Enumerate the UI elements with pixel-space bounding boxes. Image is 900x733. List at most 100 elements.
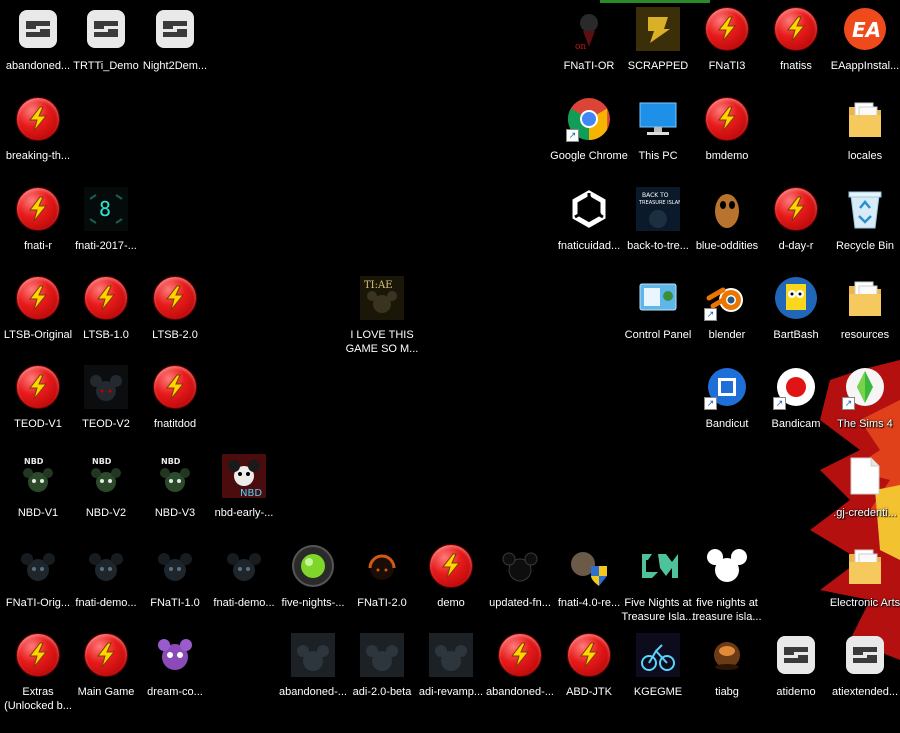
- desktop-icon[interactable]: blue-oddities: [689, 186, 765, 274]
- desktop-icon-label: five nights at treasure isla...: [692, 597, 762, 623]
- desktop-icon[interactable]: FNaTI-2.0: [344, 543, 420, 631]
- desktop-icon[interactable]: BACK TOTREASURE ISLAND back-to-tre...: [620, 186, 696, 274]
- desktop-icon[interactable]: fnati-demo...: [206, 543, 282, 631]
- desktop-icon-label: fnati-2017-...: [75, 240, 137, 252]
- desktop-icon[interactable]: atidemo: [758, 632, 834, 720]
- mickey-game-icon: [221, 543, 267, 589]
- desktop-icon[interactable]: KGEGME: [620, 632, 696, 720]
- desktop-icon[interactable]: bmdemo: [689, 96, 765, 184]
- gold-emblem-icon: [635, 6, 681, 52]
- desktop-icon-label: NBD-V2: [85, 507, 127, 519]
- desktop-icon[interactable]: BartBash: [758, 275, 834, 363]
- desktop-icon[interactable]: ↗ The Sims 4: [827, 364, 900, 452]
- desktop-icon[interactable]: fnati-r: [0, 186, 76, 274]
- desktop-icon[interactable]: TI:AE I LOVE THIS GAME SO M...: [344, 275, 420, 363]
- desktop-icon-label: fnati-demo...: [213, 597, 275, 609]
- desktop-icon[interactable]: Recycle Bin: [827, 186, 900, 274]
- desktop-icon[interactable]: demo: [413, 543, 489, 631]
- desktop[interactable]: abandoned... TRTTi_Demo Night2Dem... on FNaT…: [0, 0, 900, 733]
- desktop-icon[interactable]: atiextended...: [827, 632, 900, 720]
- desktop-icon[interactable]: d-day-r: [758, 186, 834, 274]
- desktop-icon[interactable]: resources: [827, 275, 900, 363]
- game-art-icon: [83, 364, 129, 410]
- desktop-icon[interactable]: fnaticuidad...: [551, 186, 627, 274]
- ea-logo-icon: EA: [842, 6, 888, 52]
- svg-text:NBD: NBD: [92, 457, 112, 466]
- desktop-icon[interactable]: FNaTI-1.0: [137, 543, 213, 631]
- desktop-icon[interactable]: fnati-demo...: [68, 543, 144, 631]
- desktop-icon[interactable]: FNaTI-Orig...: [0, 543, 76, 631]
- desktop-icon[interactable]: ↗ Google Chrome: [550, 96, 628, 184]
- desktop-icon[interactable]: Night2Dem...: [137, 6, 213, 94]
- desktop-icon[interactable]: Control Panel: [620, 275, 696, 363]
- desktop-icon[interactable]: NBD NBD-V3: [137, 453, 213, 541]
- desktop-icon[interactable]: breaking-th...: [0, 96, 76, 184]
- lightning-bolt-icon: [15, 96, 61, 142]
- desktop-icon[interactable]: abandoned...: [0, 6, 76, 94]
- desktop-icon[interactable]: Main Game: [68, 632, 144, 720]
- desktop-icon[interactable]: TEOD-V1: [0, 364, 76, 452]
- desktop-icon-label: I LOVE THIS GAME SO M...: [345, 329, 419, 355]
- svg-text:EA: EA: [852, 18, 881, 42]
- mickey-game-icon: NBD: [15, 453, 61, 499]
- desktop-icon-label: FNaTI3: [708, 60, 746, 72]
- desktop-icon[interactable]: LTSB-Original: [0, 275, 76, 363]
- desktop-icon-label: atiextended...: [831, 686, 899, 698]
- desktop-icon[interactable]: FNaTI3: [689, 6, 765, 94]
- desktop-icon-label: EAappInstal...: [830, 60, 900, 72]
- desktop-icon[interactable]: NBD NBD-V1: [0, 453, 76, 541]
- gamemaker-logo-icon: [635, 543, 681, 589]
- desktop-icon[interactable]: LTSB-2.0: [137, 275, 213, 363]
- desktop-icon[interactable]: EA EAappInstal...: [827, 6, 900, 94]
- desktop-icon-label: Control Panel: [624, 329, 692, 341]
- desktop-icon[interactable]: abandoned-...: [482, 632, 558, 720]
- bart-character-icon: [773, 275, 819, 321]
- desktop-icon-label: Main Game: [77, 686, 135, 698]
- desktop-icon[interactable]: tiabg: [689, 632, 765, 720]
- desktop-icon-label: LTSB-1.0: [83, 329, 129, 341]
- desktop-icon-label: fnatiss: [780, 60, 812, 72]
- lightning-bolt-icon: [152, 275, 198, 321]
- desktop-icon-label: abandoned-...: [279, 686, 347, 698]
- desktop-icon[interactable]: Extras (Unlocked b...: [0, 632, 76, 720]
- game-art-icon: 8: [83, 186, 129, 232]
- desktop-icon[interactable]: five nights at treasure isla...: [689, 543, 765, 631]
- desktop-icon[interactable]: fnati-4.0-re...: [551, 543, 627, 631]
- desktop-icon[interactable]: fnatitdod: [137, 364, 213, 452]
- desktop-icon[interactable]: ↗ Bandicam: [758, 364, 834, 452]
- desktop-icon[interactable]: Five Nights at Treasure Isla...: [620, 543, 696, 631]
- lightning-bolt-icon: [704, 96, 750, 142]
- game-art-icon: BACK TOTREASURE ISLAND: [635, 186, 681, 232]
- desktop-icon[interactable]: .gj-credenti...: [827, 453, 900, 541]
- svg-text:on: on: [575, 42, 586, 51]
- desktop-icon[interactable]: on FNaTI-OR: [551, 6, 627, 94]
- desktop-icon[interactable]: adi-2.0-beta: [344, 632, 420, 720]
- desktop-icon[interactable]: abandoned-...: [275, 632, 351, 720]
- desktop-icon[interactable]: ↗ blender: [689, 275, 765, 363]
- desktop-icon[interactable]: NBD NBD-V2: [68, 453, 144, 541]
- desktop-icon[interactable]: locales: [827, 96, 900, 184]
- desktop-icon[interactable]: ↗ Bandicut: [689, 364, 765, 452]
- desktop-icon[interactable]: fnatiss: [758, 6, 834, 94]
- desktop-icon[interactable]: TRTTi_Demo: [68, 6, 144, 94]
- svg-text:NBD: NBD: [240, 488, 262, 498]
- desktop-icon[interactable]: ABD-JTK: [551, 632, 627, 720]
- desktop-icon[interactable]: dream-co...: [137, 632, 213, 720]
- desktop-icon[interactable]: LTSB-1.0: [68, 275, 144, 363]
- mickey-silhouette-icon: [704, 543, 750, 589]
- desktop-icon[interactable]: TEOD-V2: [68, 364, 144, 452]
- desktop-icon[interactable]: Electronic Arts: [827, 543, 900, 631]
- desktop-icon[interactable]: This PC: [620, 96, 696, 184]
- desktop-icon[interactable]: SCRAPPED: [620, 6, 696, 94]
- desktop-icon-label: BartBash: [773, 329, 819, 341]
- desktop-icon[interactable]: five-nights-...: [275, 543, 351, 631]
- desktop-icon-label: updated-fn...: [489, 597, 551, 609]
- desktop-icon[interactable]: adi-revamp...: [413, 632, 489, 720]
- lightning-bolt-icon: [566, 632, 612, 678]
- desktop-icon[interactable]: updated-fn...: [482, 543, 558, 631]
- desktop-icon[interactable]: NBD nbd-early-...: [206, 453, 282, 541]
- blender-logo-icon: ↗: [704, 275, 750, 321]
- desktop-icon[interactable]: 8 fnati-2017-...: [68, 186, 144, 274]
- desktop-icon-label: bmdemo: [705, 150, 749, 162]
- svg-text:NBD: NBD: [161, 457, 181, 466]
